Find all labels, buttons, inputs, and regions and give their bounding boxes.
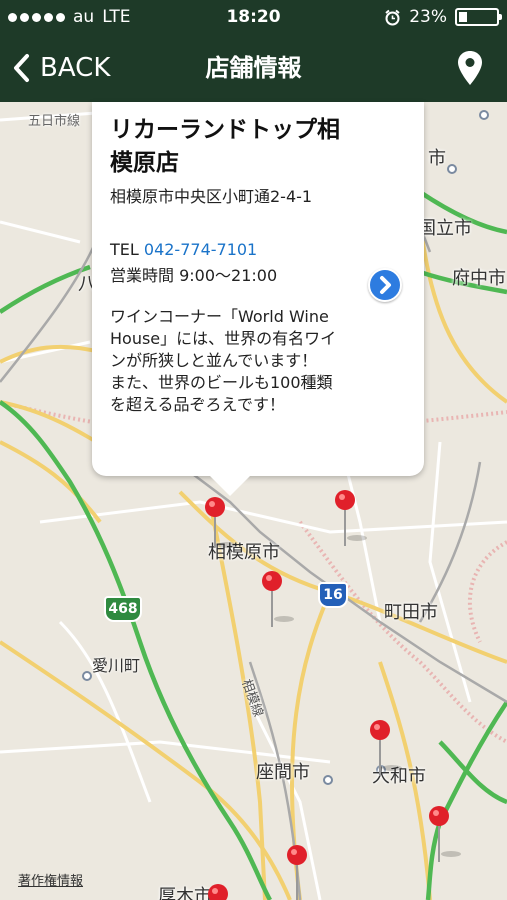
navigation-bar: BACK 店舗情報 bbox=[0, 34, 507, 102]
map-pin[interactable] bbox=[429, 806, 461, 862]
map-credits-link[interactable]: 著作権情報 bbox=[18, 870, 83, 889]
store-description: ワインコーナー「World Wine House」には、世界の有名ワインが所狭し… bbox=[110, 307, 337, 414]
detail-disclosure-button[interactable] bbox=[368, 268, 402, 302]
phone-link[interactable]: 042-774-7101 bbox=[144, 240, 257, 259]
store-tel: TEL 042-774-7101 bbox=[110, 240, 257, 259]
map-pin[interactable] bbox=[287, 845, 307, 900]
store-callout: リカーランドトップ相模原店 相模原市中央区小町通2-4-1 TEL 042-77… bbox=[92, 102, 424, 496]
map-pin[interactable] bbox=[205, 497, 237, 548]
store-address: 相模原市中央区小町通2-4-1 bbox=[110, 187, 313, 206]
map-pin[interactable] bbox=[262, 571, 294, 627]
map-pin[interactable] bbox=[370, 720, 402, 776]
store-name: リカーランドトップ相模原店 bbox=[110, 117, 340, 176]
battery-fill bbox=[459, 12, 467, 22]
store-hours: 営業時間 9:00〜21:00 bbox=[110, 266, 278, 285]
page-title: 店舗情報 bbox=[205, 54, 302, 82]
chevron-right-icon bbox=[380, 276, 391, 294]
status-bar: au LTE 18:20 23% bbox=[0, 0, 507, 34]
map-pin[interactable] bbox=[208, 884, 228, 900]
alarm-icon bbox=[385, 9, 400, 25]
tel-label: TEL bbox=[110, 240, 139, 259]
map-pin-icon[interactable] bbox=[457, 50, 483, 86]
battery-icon bbox=[455, 8, 502, 26]
battery-percent: 23% bbox=[409, 7, 447, 27]
map-pin[interactable] bbox=[335, 490, 367, 546]
